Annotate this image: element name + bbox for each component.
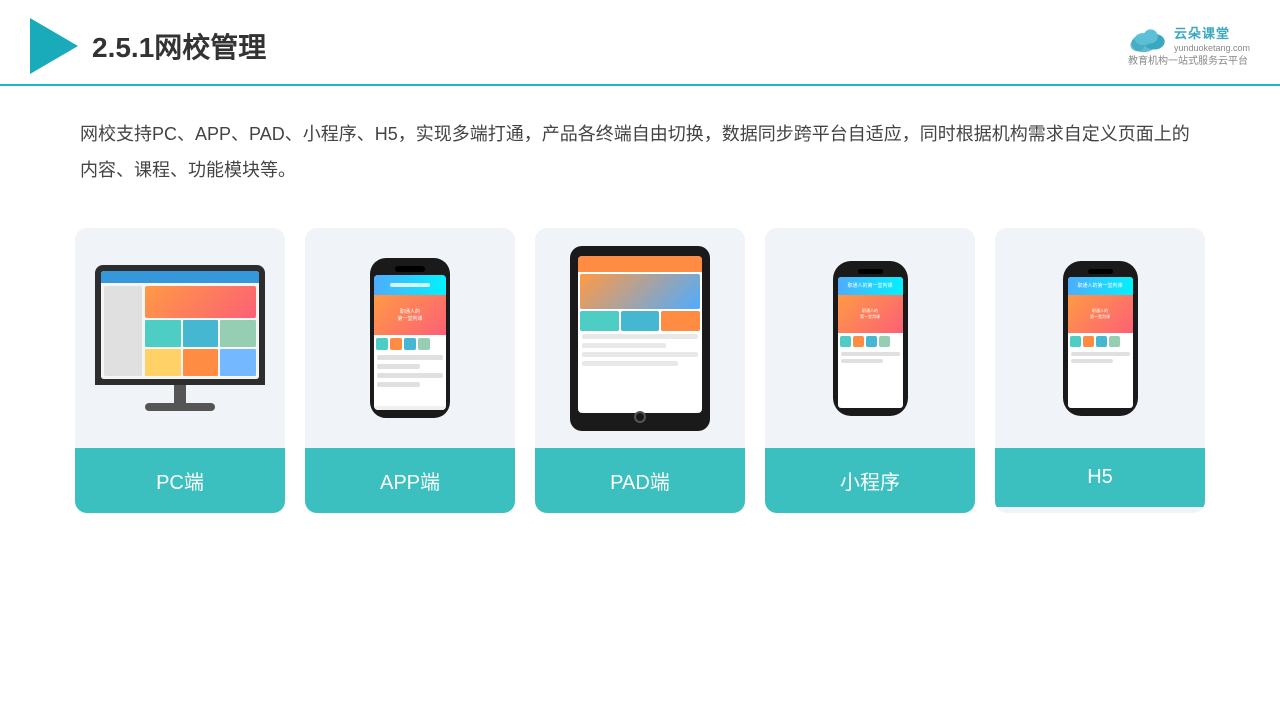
page-title: 2.5.1网校管理 — [92, 26, 266, 66]
header-left: 2.5.1网校管理 — [30, 18, 266, 74]
header: 2.5.1网校管理 云朵课堂 yunduoketang.com 教育机构一站式服… — [0, 0, 1280, 86]
card-h5-image: 职通人的第一堂判课 职通人的第一堂判课 — [995, 228, 1205, 448]
header-right: 云朵课堂 yunduoketang.com 教育机构一站式服务云平台 — [1126, 23, 1250, 69]
cloud-icon — [1126, 25, 1170, 53]
brand-name: 云朵课堂 — [1174, 23, 1250, 42]
phone-h5-icon: 职通人的第一堂判课 职通人的第一堂判课 — [1063, 261, 1138, 416]
card-miniprogram-label: 小程序 — [765, 448, 975, 513]
card-app-image: 职通人的第一堂判课 — [305, 228, 515, 448]
brand-romanized: yunduoketang.com — [1174, 42, 1250, 55]
brand-tagline: 教育机构一站式服务云平台 — [1128, 55, 1248, 69]
card-app: 职通人的第一堂判课 — [305, 228, 515, 513]
logo-triangle-icon — [30, 18, 78, 74]
card-miniprogram-image: 职通人的第一堂判课 职通人的第一堂判课 — [765, 228, 975, 448]
card-miniprogram: 职通人的第一堂判课 职通人的第一堂判课 — [765, 228, 975, 513]
cards-container: PC端 职通人的第一堂判课 — [0, 198, 1280, 543]
card-pc-label: PC端 — [75, 448, 285, 513]
phone-miniprogram-icon: 职通人的第一堂判课 职通人的第一堂判课 — [833, 261, 908, 416]
pc-monitor-icon — [95, 265, 265, 411]
card-pc-image — [75, 228, 285, 448]
card-app-label: APP端 — [305, 448, 515, 513]
tablet-pad-icon — [570, 246, 710, 431]
card-pad-image — [535, 228, 745, 448]
card-pad-label: PAD端 — [535, 448, 745, 513]
phone-app-icon: 职通人的第一堂判课 — [370, 258, 450, 418]
description-text: 网校支持PC、APP、PAD、小程序、H5，实现多端打通，产品各终端自由切换，数… — [0, 86, 1280, 198]
card-pc: PC端 — [75, 228, 285, 513]
brand-logo: 云朵课堂 yunduoketang.com 教育机构一站式服务云平台 — [1126, 23, 1250, 69]
brand-icon: 云朵课堂 yunduoketang.com — [1126, 23, 1250, 55]
card-pad: PAD端 — [535, 228, 745, 513]
card-h5-label: H5 — [995, 448, 1205, 507]
card-h5: 职通人的第一堂判课 职通人的第一堂判课 — [995, 228, 1205, 513]
